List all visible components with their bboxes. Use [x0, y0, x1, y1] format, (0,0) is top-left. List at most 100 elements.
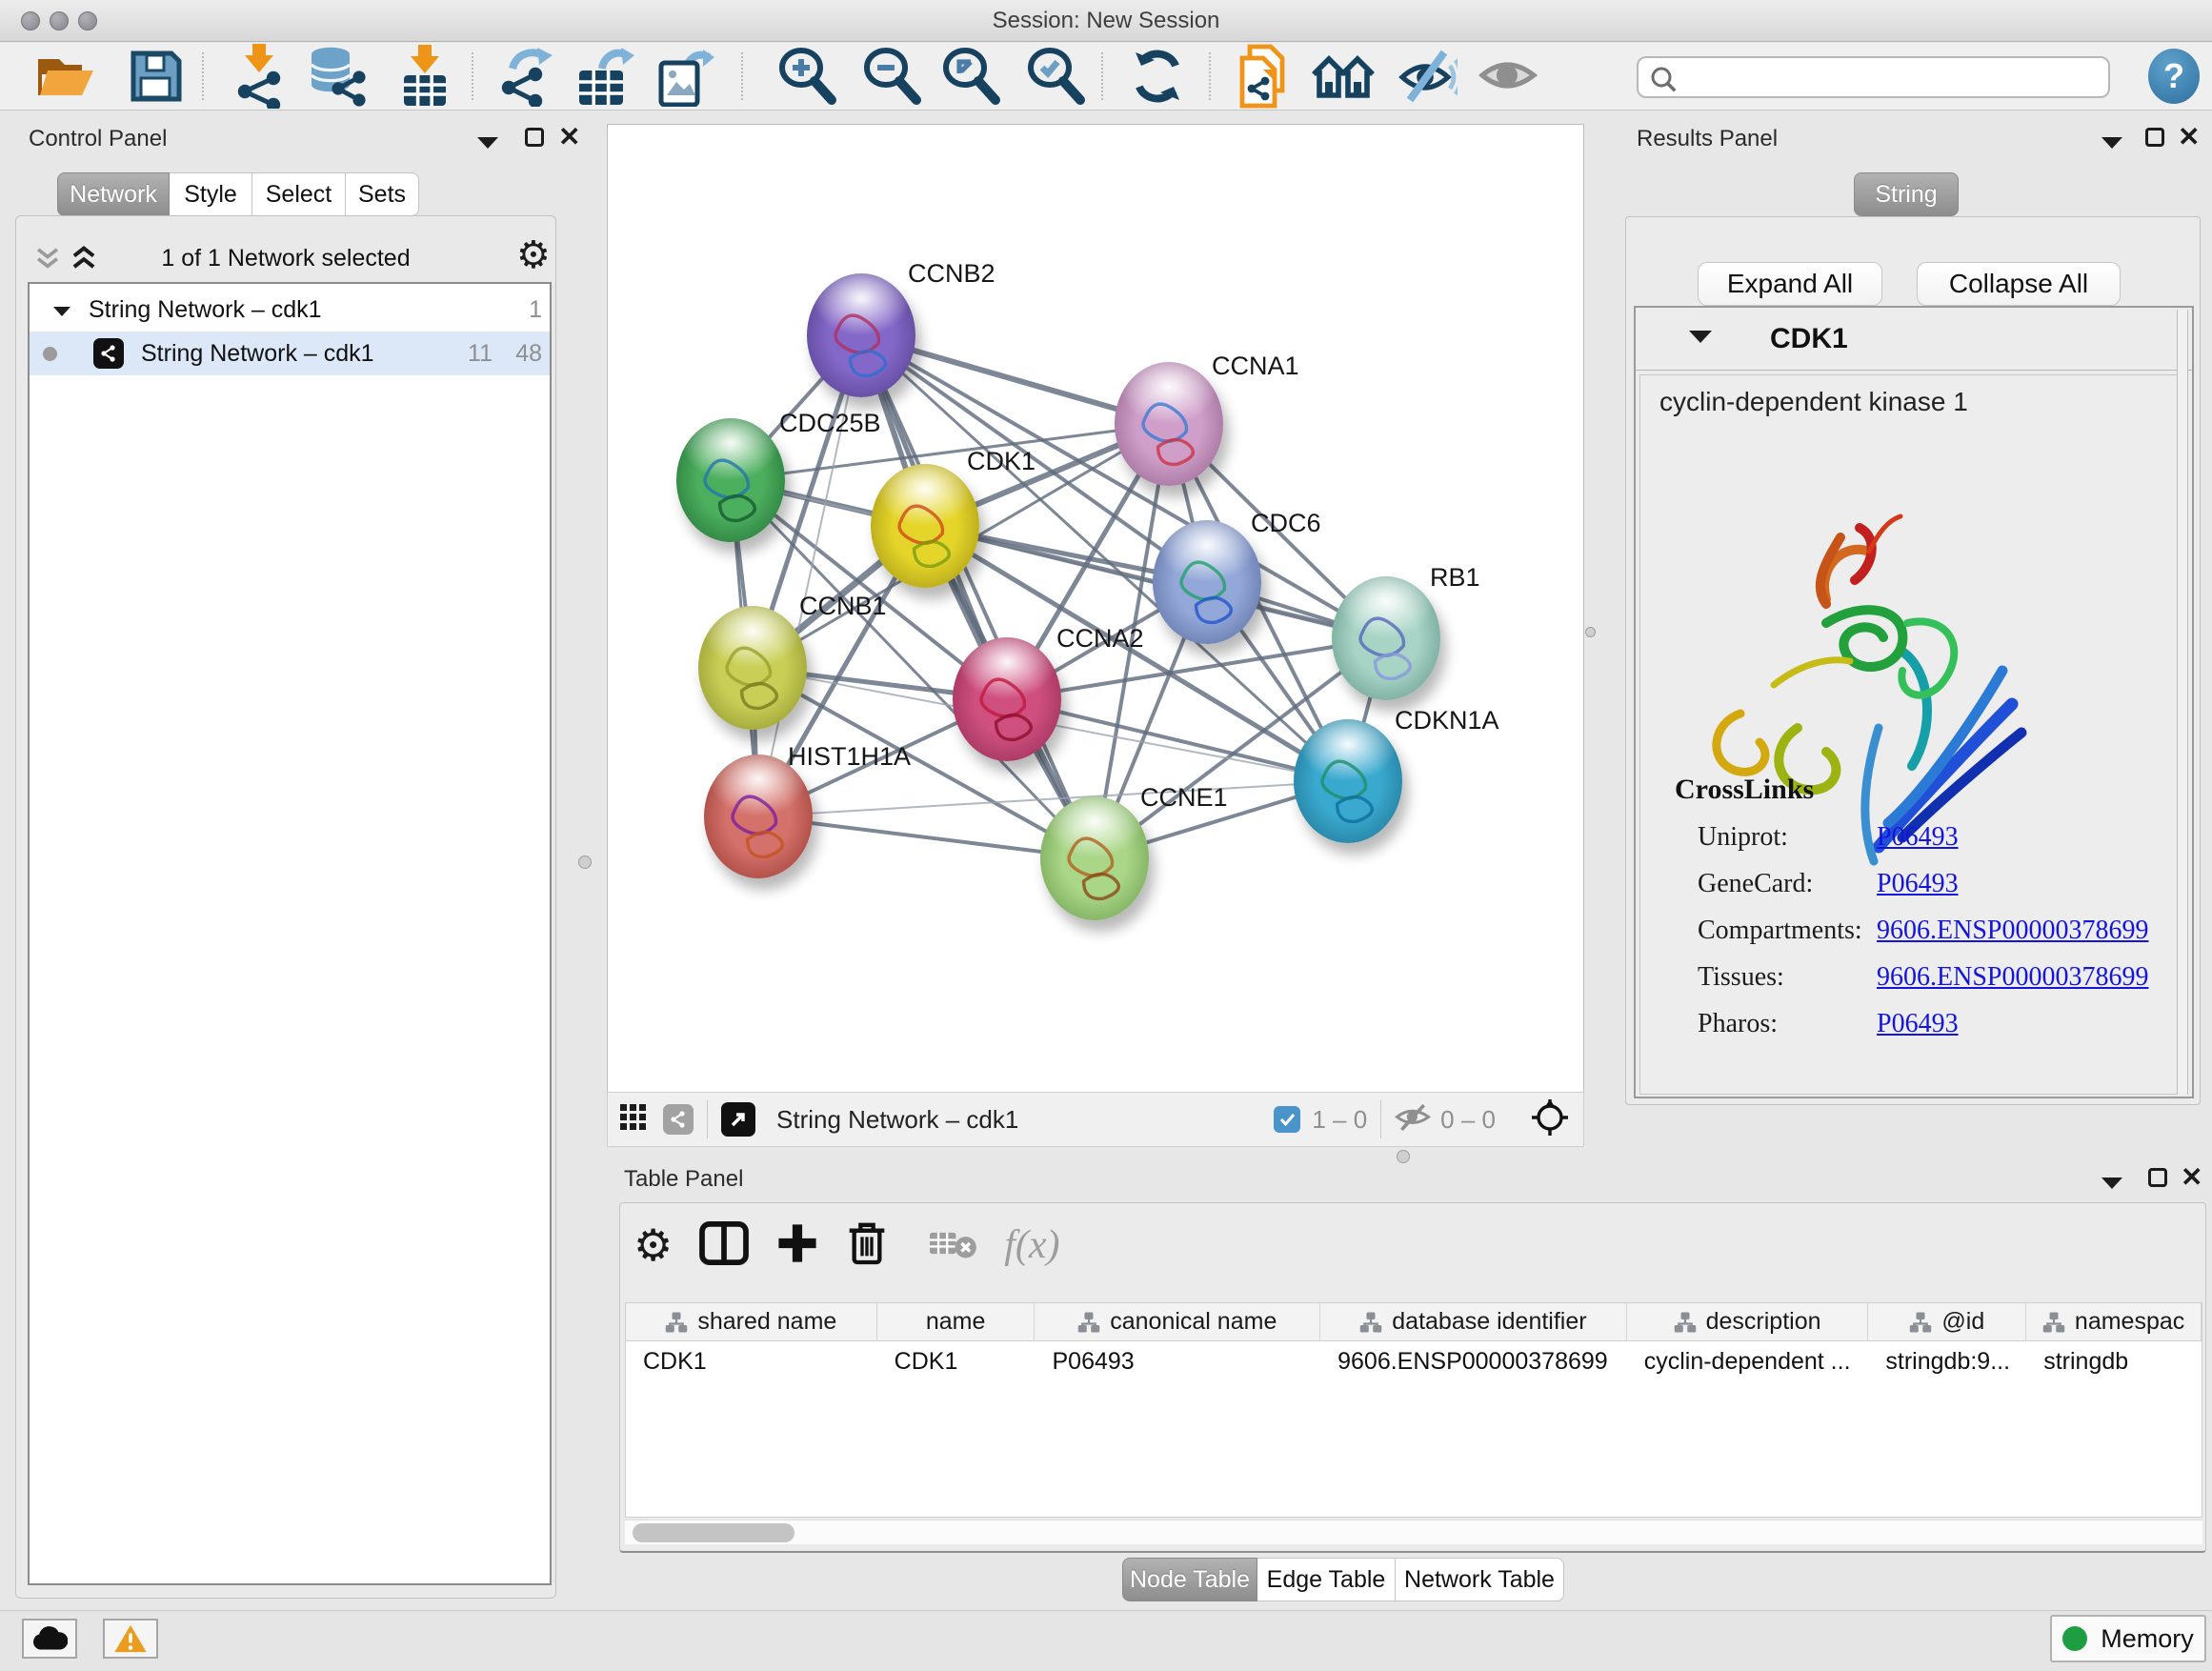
network-canvas[interactable]: CCNB2CCNA1CDC25BCDK1CDC6RB1CCNB1CCNA2CDK…	[607, 124, 1584, 1092]
column-header-shared-name[interactable]: shared name	[626, 1303, 877, 1340]
float-panel-icon[interactable]	[2101, 135, 2123, 154]
network-node-cdkn1a[interactable]	[1294, 719, 1402, 843]
entry-collapse-caret-icon[interactable]	[1688, 329, 1713, 349]
column-header-canonical-name[interactable]: canonical name	[1035, 1303, 1320, 1340]
zoom-out-icon[interactable]	[863, 47, 922, 106]
network-node-ccnb1[interactable]	[698, 606, 807, 730]
open-session-icon[interactable]	[36, 50, 97, 103]
network-node-ccna2[interactable]	[953, 637, 1061, 761]
show-all-icon[interactable]	[1478, 52, 1538, 100]
table-cell[interactable]: CDK1	[626, 1341, 877, 1381]
import-network-from-file-icon[interactable]	[231, 44, 287, 109]
crosslink-link[interactable]: P06493	[1877, 1009, 1959, 1039]
crosslink-label: Compartments:	[1698, 916, 1877, 946]
undock-panel-icon[interactable]	[2145, 128, 2164, 147]
zoom-in-icon[interactable]	[778, 47, 837, 106]
undock-panel-icon[interactable]	[525, 128, 544, 147]
network-node-cdc6[interactable]	[1153, 520, 1261, 644]
hidden-eye-icon[interactable]	[1395, 1102, 1431, 1137]
memory-button[interactable]: Memory	[2050, 1615, 2206, 1662]
memory-status-dot-icon	[2062, 1626, 2087, 1651]
tab-network[interactable]: Network	[57, 172, 170, 216]
hide-selected-icon[interactable]	[1398, 49, 1458, 104]
column-header-database-identifier[interactable]: database identifier	[1320, 1303, 1627, 1340]
crosslink-link[interactable]: P06493	[1877, 822, 1959, 853]
birdseye-navigator-icon[interactable]	[1530, 1097, 1570, 1142]
delete-column-icon[interactable]	[846, 1219, 888, 1272]
table-cell[interactable]: CDK1	[877, 1341, 1036, 1381]
export-table-icon[interactable]	[575, 46, 634, 107]
tab-node-table[interactable]: Node Table	[1122, 1558, 1257, 1601]
table-row[interactable]: CDK1CDK1P064939606.ENSP00000378699cyclin…	[626, 1341, 2202, 1381]
network-panel: 1 of 1 Network selected ⚙ String Network…	[15, 215, 556, 1599]
column-header--id[interactable]: @id	[1868, 1303, 2026, 1340]
tab-select[interactable]: Select	[252, 172, 346, 216]
undock-panel-icon[interactable]	[2148, 1168, 2167, 1187]
table-options-gear-icon[interactable]: ⚙	[633, 1219, 673, 1271]
open-in-window-icon[interactable]	[721, 1102, 755, 1137]
column-namespace-icon	[665, 1311, 688, 1334]
export-image-icon[interactable]	[655, 46, 714, 107]
show-columns-icon[interactable]	[699, 1221, 749, 1270]
save-session-icon[interactable]	[130, 50, 183, 103]
selected-checkbox-icon[interactable]	[1274, 1106, 1300, 1133]
hscrollbar-thumb[interactable]	[633, 1523, 794, 1542]
results-scrollbar[interactable]	[2177, 310, 2188, 1095]
right-splitter-handle[interactable]	[1585, 627, 1596, 637]
network-node-rb1[interactable]	[1332, 576, 1440, 700]
network-node-ccne1[interactable]	[1040, 796, 1149, 920]
column-header-namespac[interactable]: namespac	[2026, 1303, 2202, 1340]
network-node-hist1h1a[interactable]	[704, 755, 813, 878]
network-options-gear-icon[interactable]: ⚙	[516, 233, 551, 277]
import-table-from-file-icon[interactable]	[398, 45, 452, 108]
tab-edge-table[interactable]: Edge Table	[1257, 1558, 1396, 1601]
table-cell[interactable]: 9606.ENSP00000378699	[1320, 1341, 1627, 1381]
collapse-all-button[interactable]: Collapse All	[1917, 262, 2121, 306]
grid-view-icon[interactable]	[619, 1103, 648, 1137]
table-cell[interactable]: stringdb:9...	[1868, 1341, 2026, 1381]
help-icon[interactable]: ?	[2148, 49, 2200, 104]
column-header-name[interactable]: name	[877, 1303, 1036, 1340]
expand-all-button[interactable]: Expand All	[1698, 262, 1882, 306]
export-network-icon[interactable]	[497, 46, 554, 107]
column-header-description[interactable]: description	[1627, 1303, 1869, 1340]
table-hscrollbar[interactable]	[625, 1520, 2202, 1544]
network-node-cdk1[interactable]	[871, 464, 979, 588]
network-row-selected[interactable]: String Network – cdk1 11 48	[30, 332, 550, 375]
crosslink-link[interactable]: 9606.ENSP00000378699	[1877, 916, 2148, 946]
cdk1-entry-header[interactable]: CDK1	[1636, 308, 2192, 371]
network-view-toolbar: String Network – cdk1 1 – 0 0 – 0	[607, 1092, 1584, 1147]
node-label-ccne1: CCNE1	[1140, 783, 1228, 813]
add-column-icon[interactable]	[775, 1221, 819, 1270]
tab-style[interactable]: Style	[170, 172, 252, 216]
table-cell[interactable]: P06493	[1035, 1341, 1320, 1381]
search-input[interactable]	[1686, 60, 2096, 94]
cloud-button[interactable]	[22, 1619, 77, 1659]
network-collection-row[interactable]: String Network – cdk1 1	[30, 288, 550, 332]
network-badge-icon[interactable]	[663, 1104, 694, 1135]
network-node-cdc25b[interactable]	[676, 418, 785, 542]
crosslink-link[interactable]: P06493	[1877, 869, 1959, 899]
close-panel-icon[interactable]: ✕	[2178, 128, 2200, 147]
warnings-button[interactable]	[103, 1619, 158, 1659]
table-cell[interactable]: cyclin-dependent ...	[1627, 1341, 1869, 1381]
refresh-view-icon[interactable]	[1130, 47, 1185, 106]
tab-network-table[interactable]: Network Table	[1396, 1558, 1564, 1601]
tab-sets[interactable]: Sets	[346, 172, 419, 216]
duplicate-network-icon[interactable]	[1235, 43, 1290, 110]
table-cell[interactable]: stringdb	[2026, 1341, 2202, 1381]
network-node-ccnb2[interactable]	[807, 273, 915, 397]
float-panel-icon[interactable]	[2101, 1176, 2123, 1195]
import-network-from-database-icon[interactable]	[306, 45, 367, 108]
tree-expand-caret-icon[interactable]	[52, 296, 71, 324]
first-neighbors-icon[interactable]	[1310, 50, 1377, 103]
zoom-fit-icon[interactable]	[942, 47, 1001, 106]
close-panel-icon[interactable]: ✕	[558, 128, 580, 147]
crosslink-link[interactable]: 9606.ENSP00000378699	[1877, 962, 2148, 993]
zoom-selected-icon[interactable]	[1027, 47, 1086, 106]
tab-string[interactable]: String	[1854, 172, 1959, 216]
close-panel-icon[interactable]: ✕	[2181, 1168, 2202, 1187]
vertical-splitter-handle[interactable]	[578, 856, 592, 869]
float-panel-icon[interactable]	[476, 135, 499, 154]
network-node-ccna1[interactable]	[1115, 362, 1223, 486]
